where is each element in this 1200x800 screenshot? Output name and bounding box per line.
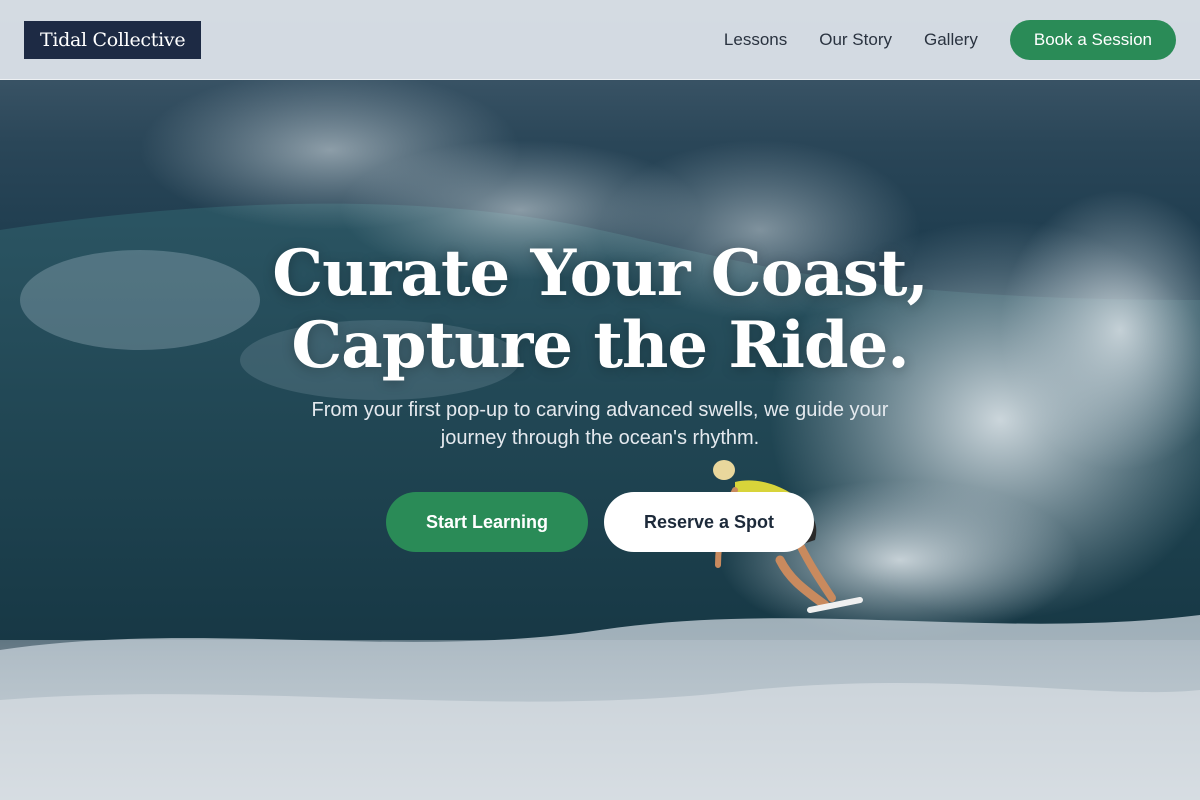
brand-logo[interactable]: Tidal Collective [24,20,202,59]
reserve-spot-button[interactable]: Reserve a Spot [603,492,815,552]
primary-nav: Lessons Our Story Gallery Book a Session [724,19,1176,60]
hero-headline-line-1: Curate Your Coast, [272,236,929,311]
start-learning-button[interactable]: Start Learning [385,492,588,552]
site-header: Tidal Collective Lessons Our Story Galle… [0,0,1200,80]
nav-link-lessons[interactable]: Lessons [724,30,787,50]
nav-link-our-story[interactable]: Our Story [819,30,892,50]
hero-headline: Curate Your Coast, Capture the Ride. [272,236,929,383]
hero-section: Curate Your Coast, Capture the Ride. Fro… [0,238,1200,552]
nav-link-gallery[interactable]: Gallery [924,30,978,50]
hero-cta-group: Start Learning Reserve a Spot [385,492,815,552]
hero-subheadline: From your first pop-up to carving advanc… [311,399,889,449]
book-session-button[interactable]: Book a Session [1009,19,1176,60]
hero-headline-line-2: Capture the Ride. [291,308,909,383]
